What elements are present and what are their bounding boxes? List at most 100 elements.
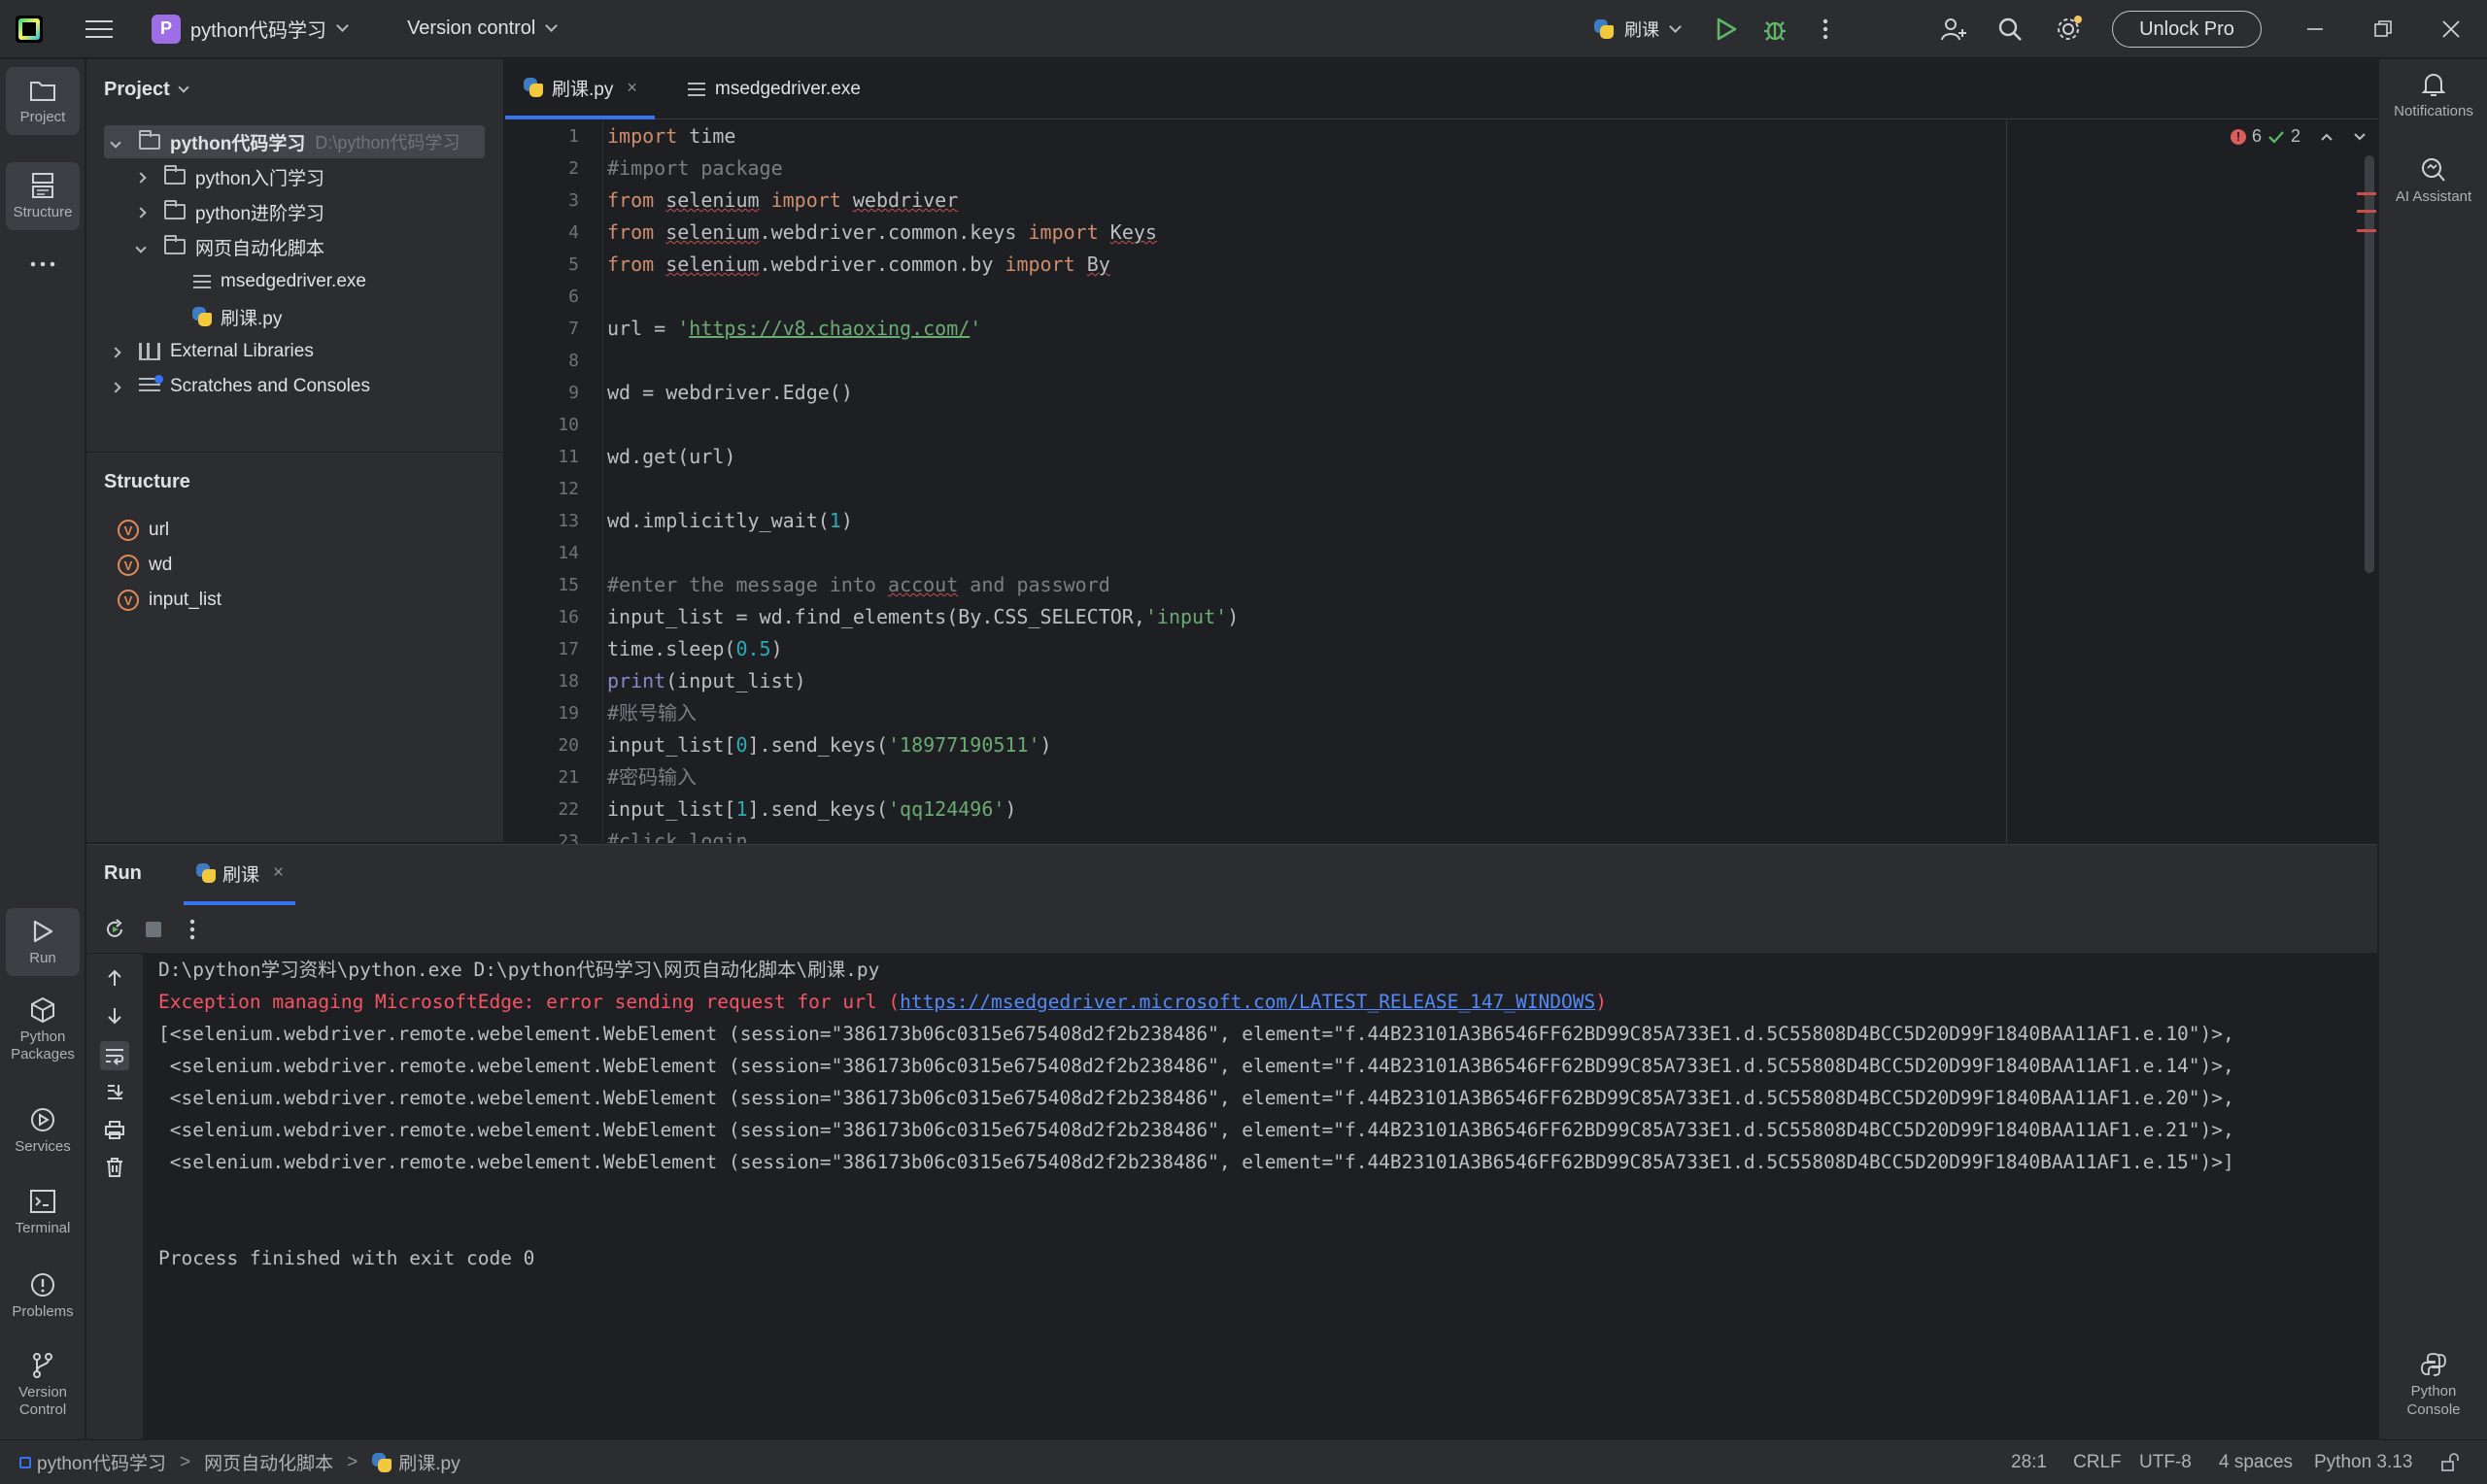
- close-tab-icon[interactable]: ×: [273, 862, 284, 884]
- run-config-selector[interactable]: 刷课: [1593, 0, 1682, 58]
- tree-item-label: 网页自动化脚本: [195, 238, 325, 259]
- tree-item-folder[interactable]: python入门学习: [104, 160, 485, 193]
- tree-item-file[interactable]: msedgedriver.exe: [104, 265, 485, 298]
- code-line: url = 'https://v8.chaoxing.com/': [607, 317, 982, 340]
- tool-services[interactable]: Services: [6, 1096, 80, 1164]
- project-panel: Project python代码学习 D:\python代码学习 python入…: [86, 59, 504, 842]
- unlock-pro-button[interactable]: Unlock Pro: [2112, 11, 2262, 48]
- tree-item-scratches[interactable]: Scratches and Consoles: [104, 370, 485, 403]
- trash-icon[interactable]: [102, 1155, 127, 1180]
- line-number: 8: [568, 351, 579, 371]
- expand-arrow-icon[interactable]: [110, 131, 135, 152]
- structure-item[interactable]: V wd: [104, 549, 485, 582]
- tool-structure[interactable]: Structure: [6, 162, 80, 230]
- file-encoding[interactable]: UTF-8: [2139, 1440, 2192, 1484]
- error-url-link[interactable]: https://msedgedriver.microsoft.com/LATES…: [900, 991, 1595, 1013]
- chevron-down-icon[interactable]: [2353, 132, 2367, 142]
- debug-icon[interactable]: [1760, 15, 1789, 44]
- error-marker[interactable]: [2357, 229, 2376, 232]
- more-tools-icon[interactable]: [6, 238, 80, 290]
- tool-notifications[interactable]: Notifications: [2379, 71, 2487, 120]
- project-badge[interactable]: P: [152, 14, 181, 44]
- project-panel-header[interactable]: Project: [104, 79, 189, 101]
- code-line: wd.implicitly_wait(1): [607, 509, 853, 532]
- tree-item-external-libraries[interactable]: External Libraries: [104, 335, 485, 368]
- console-line: <selenium.webdriver.remote.webelement.We…: [158, 1087, 2234, 1109]
- tool-project[interactable]: Project: [6, 67, 80, 135]
- packages-icon: [28, 995, 57, 1025]
- search-icon[interactable]: [1995, 15, 2025, 44]
- settings-gear-icon[interactable]: [2054, 15, 2083, 44]
- line-number: 20: [558, 735, 579, 756]
- tab-msedgedriver[interactable]: msedgedriver.exe: [670, 59, 878, 119]
- breadcrumb-item[interactable]: 刷课.py: [398, 1449, 460, 1475]
- line-separator[interactable]: CRLF: [2073, 1440, 2122, 1484]
- breadcrumb-separator: >: [347, 1451, 358, 1472]
- print-icon[interactable]: [102, 1117, 127, 1142]
- run-icon[interactable]: [1712, 15, 1741, 44]
- tree-item-file[interactable]: 刷课.py: [104, 300, 485, 333]
- tool-terminal[interactable]: Terminal: [6, 1178, 80, 1246]
- indent-setting[interactable]: 4 spaces: [2219, 1440, 2293, 1484]
- code-line: from selenium.webdriver.common.by import…: [607, 253, 1110, 276]
- structure-item[interactable]: V url: [104, 514, 485, 547]
- tree-item-folder[interactable]: python进阶学习: [104, 195, 485, 228]
- run-tab-shuake[interactable]: 刷课 ×: [184, 845, 296, 905]
- code-line: from selenium.webdriver.common.keys impo…: [607, 220, 1157, 244]
- expand-arrow-icon[interactable]: [135, 166, 160, 187]
- soft-wrap-icon[interactable]: [100, 1041, 129, 1070]
- more-vertical-icon[interactable]: [180, 917, 205, 942]
- tool-ai-assistant[interactable]: AI Assistant: [2379, 156, 2487, 206]
- run-config-name: 刷课: [1624, 20, 1659, 40]
- restore-icon[interactable]: [2368, 15, 2398, 44]
- scroll-down-icon[interactable]: [102, 1003, 127, 1029]
- tree-item-label: python入门学习: [195, 168, 325, 189]
- tool-run[interactable]: Run: [6, 908, 80, 976]
- chevron-up-icon[interactable]: [2320, 132, 2334, 142]
- caret-position[interactable]: 28:1: [2011, 1440, 2047, 1484]
- minimize-icon[interactable]: [2300, 15, 2330, 44]
- line-number: 4: [568, 222, 579, 243]
- add-user-icon[interactable]: [1939, 15, 1968, 44]
- vcs-menu[interactable]: Version control: [397, 0, 559, 58]
- project-switcher[interactable]: python代码学习: [181, 0, 349, 58]
- tab-shuake-py[interactable]: 刷课.py ×: [505, 59, 655, 119]
- breadcrumb-item[interactable]: python代码学习: [37, 1449, 166, 1475]
- expand-arrow-icon[interactable]: [110, 341, 135, 362]
- expand-arrow-icon[interactable]: [110, 376, 135, 397]
- main-menu-icon[interactable]: [85, 19, 113, 38]
- rerun-icon[interactable]: [102, 917, 127, 942]
- code-editor[interactable]: import time #import package from seleniu…: [602, 120, 2351, 843]
- bell-icon: [2421, 73, 2446, 96]
- scroll-to-end-icon[interactable]: [102, 1079, 127, 1104]
- close-window-icon[interactable]: [2436, 15, 2466, 44]
- expand-arrow-icon[interactable]: [135, 201, 160, 222]
- python-interpreter[interactable]: Python 3.13: [2314, 1440, 2412, 1484]
- error-marker[interactable]: [2357, 210, 2376, 213]
- scroll-up-icon[interactable]: [102, 965, 127, 991]
- console-output[interactable]: D:\python学习资料\python.exe D:\python代码学习\网…: [158, 954, 2373, 1439]
- tree-item-folder[interactable]: 网页自动化脚本: [104, 230, 485, 263]
- editor-scrollbar[interactable]: [2365, 155, 2374, 573]
- text-file-icon: [193, 275, 211, 288]
- tree-root[interactable]: python代码学习 D:\python代码学习: [104, 125, 485, 158]
- tool-python-packages[interactable]: Python Packages: [6, 990, 80, 1069]
- tool-version-control[interactable]: Version Control: [6, 1343, 80, 1427]
- inspection-widget[interactable]: ! 6 2: [2231, 126, 2367, 147]
- line-number: 16: [558, 607, 579, 627]
- error-marker[interactable]: [2357, 192, 2376, 195]
- tool-problems[interactable]: Problems: [6, 1262, 80, 1330]
- tool-python-console[interactable]: Python Console: [2379, 1351, 2487, 1419]
- line-number: 11: [558, 447, 579, 467]
- stop-icon[interactable]: [141, 917, 166, 942]
- library-icon: [139, 343, 160, 360]
- structure-item[interactable]: V input_list: [104, 584, 485, 617]
- line-number: 14: [558, 543, 579, 563]
- code-line: #enter the message into accout and passw…: [607, 573, 1110, 596]
- more-vertical-icon[interactable]: [1811, 15, 1840, 44]
- line-number: 15: [558, 575, 579, 595]
- expand-arrow-icon[interactable]: [135, 236, 160, 257]
- close-tab-icon[interactable]: ×: [627, 78, 637, 98]
- lock-icon[interactable]: [2440, 1440, 2460, 1484]
- breadcrumb-item[interactable]: 网页自动化脚本: [204, 1449, 333, 1475]
